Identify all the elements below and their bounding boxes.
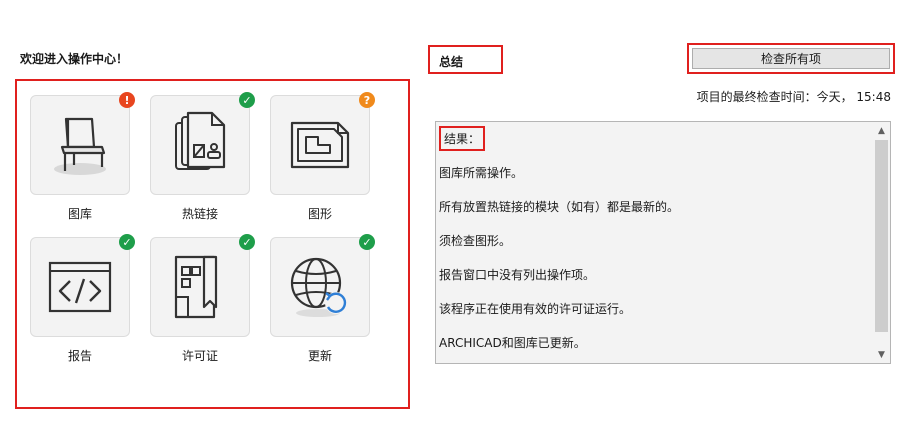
drawing-icon	[290, 121, 350, 169]
tile-label-library: 图库	[67, 207, 92, 221]
results-header: 结果：	[439, 126, 486, 151]
check-all-highlight: 检查所有项	[687, 43, 895, 74]
results-content: 结果： 图库所需操作。 所有放置热链接的模块（如有）都是最新的。 须检查图形。 …	[436, 122, 873, 363]
tile-label-hotlinks: 热链接	[181, 207, 218, 221]
result-line: ARCHICAD和图库已更新。	[439, 336, 586, 350]
welcome-heading: 欢迎进入操作中心！	[20, 52, 129, 66]
result-line: 所有放置热链接的模块（如有）都是最新的。	[439, 200, 680, 214]
warning-badge: ?	[359, 92, 375, 108]
action-center-panel: ! 图库 ✓ 热链接 ? 图形 ✓ 报告 ✓ 许可证 ✓ 更新	[15, 79, 410, 409]
code-icon	[48, 261, 112, 313]
tile-label-report: 报告	[67, 349, 92, 363]
result-line: 报告窗口中没有列出操作项。	[439, 268, 596, 282]
ok-badge: ✓	[239, 92, 255, 108]
result-line: 图库所需操作。	[439, 166, 524, 180]
scroll-thumb[interactable]	[875, 140, 888, 332]
results-box[interactable]: 结果： 图库所需操作。 所有放置热链接的模块（如有）都是最新的。 须检查图形。 …	[435, 121, 891, 364]
summary-title: 总结	[428, 45, 503, 74]
check-all-button[interactable]: 检查所有项	[692, 48, 890, 69]
results-scrollbar[interactable]: ▲ ▼	[873, 122, 890, 363]
ok-badge: ✓	[359, 234, 375, 250]
globe-update-icon	[290, 257, 347, 317]
tile-drawings[interactable]	[270, 95, 370, 195]
tile-label-update: 更新	[307, 349, 332, 363]
result-line: 须检查图形。	[439, 234, 512, 248]
license-icon	[174, 255, 218, 319]
scroll-down-icon[interactable]: ▼	[873, 346, 890, 363]
ok-badge: ✓	[119, 234, 135, 250]
tile-label-license: 许可证	[181, 349, 218, 363]
tile-library[interactable]	[30, 95, 130, 195]
tile-license[interactable]	[150, 237, 250, 337]
tile-label-drawings: 图形	[307, 207, 332, 221]
scroll-up-icon[interactable]: ▲	[873, 122, 890, 139]
hotlink-icon	[175, 111, 226, 170]
error-badge: !	[119, 92, 135, 108]
chair-icon	[54, 117, 106, 175]
tile-update[interactable]	[270, 237, 370, 337]
last-check-time: 项目的最终检查时间：今天， 15:48	[696, 90, 891, 104]
ok-badge: ✓	[239, 234, 255, 250]
result-line: 该程序正在使用有效的许可证运行。	[439, 302, 632, 316]
tile-report[interactable]	[30, 237, 130, 337]
tile-hotlinks[interactable]	[150, 95, 250, 195]
